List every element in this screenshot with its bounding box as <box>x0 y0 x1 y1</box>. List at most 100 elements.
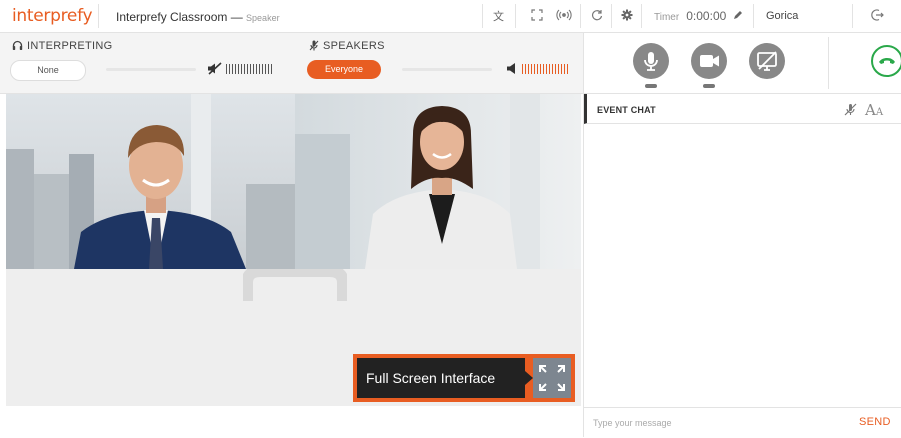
font-size-icon[interactable]: AA <box>865 101 883 119</box>
logout-icon[interactable] <box>870 8 884 25</box>
meter-bar <box>250 64 251 74</box>
meter-bar <box>244 64 245 74</box>
meter-bar <box>241 64 242 74</box>
fullscreen-expand-icon <box>539 365 565 391</box>
meter-bar <box>564 64 565 74</box>
divider <box>515 4 516 28</box>
meter-bar <box>265 64 266 74</box>
event-chat-panel: EVENT CHAT AA Type your message SEND <box>583 94 901 437</box>
broadcast-icon[interactable] <box>556 9 572 24</box>
interpreting-volume-meter <box>226 64 272 74</box>
chat-mute-icon[interactable] <box>844 103 857 121</box>
classroom-name: Interprefy Classroom — <box>116 10 243 24</box>
meter-bar <box>238 64 239 74</box>
camera-off-placeholder-icon <box>241 265 349 303</box>
microphone-small-icon <box>309 40 319 54</box>
hangup-icon <box>879 58 895 64</box>
meter-bar <box>253 64 254 74</box>
screenshare-button[interactable] <box>749 43 785 79</box>
expand-icon[interactable] <box>531 9 543 24</box>
meter-bar <box>522 64 523 74</box>
meter-bar <box>247 64 248 74</box>
speakers-volume-slider[interactable] <box>402 68 492 71</box>
timer-value: 0:00:00 <box>686 9 727 23</box>
speakers-volume-meter <box>522 64 568 74</box>
role-label: Speaker <box>246 13 280 23</box>
meter-bar <box>561 64 562 74</box>
interpreting-section: INTERPRETING <box>12 40 113 54</box>
meter-bar <box>531 64 532 74</box>
full-screen-callout[interactable]: Full Screen Interface <box>353 354 575 402</box>
meter-bar <box>259 64 260 74</box>
meter-bar <box>546 64 547 74</box>
camera-indicator <box>703 84 715 88</box>
meter-bar <box>555 64 556 74</box>
meter-bar <box>534 64 535 74</box>
meter-bar <box>256 64 257 74</box>
interpreting-title: INTERPRETING <box>27 40 113 52</box>
refresh-icon[interactable] <box>591 9 603 24</box>
speakers-title: SPEAKERS <box>323 40 385 52</box>
divider <box>828 37 829 89</box>
meter-bar <box>549 64 550 74</box>
meter-bar <box>229 64 230 74</box>
send-button[interactable]: SEND <box>859 416 891 428</box>
divider <box>580 4 581 28</box>
stage-bottom-bar <box>6 406 581 436</box>
divider <box>753 4 754 28</box>
meter-bar <box>558 64 559 74</box>
svg-text:文: 文 <box>493 9 504 22</box>
divider <box>98 4 99 28</box>
video-tile-participant-female[interactable] <box>295 94 581 269</box>
interpreting-volume-slider[interactable] <box>106 68 196 71</box>
meter-bar <box>543 64 544 74</box>
gear-icon[interactable] <box>621 9 633 24</box>
meter-bar <box>528 64 529 74</box>
speakers-section: SPEAKERS <box>309 40 385 54</box>
camera-icon <box>700 55 719 67</box>
meter-bar <box>552 64 553 74</box>
microphone-indicator <box>645 84 657 88</box>
divider <box>611 4 612 28</box>
full-screen-label: Full Screen Interface <box>357 358 525 398</box>
hangup-button[interactable] <box>871 45 901 77</box>
meter-bar <box>537 64 538 74</box>
interpreting-language-select[interactable]: None <box>10 60 86 81</box>
translate-icon[interactable]: 文 <box>493 9 506 25</box>
media-controls <box>583 33 901 94</box>
meter-bar <box>567 64 568 74</box>
camera-button[interactable] <box>691 43 727 88</box>
divider <box>852 4 853 28</box>
chat-message-input[interactable]: Type your message <box>593 418 672 428</box>
speakers-select[interactable]: Everyone <box>307 60 381 79</box>
chat-input-bar: Type your message SEND <box>584 407 901 438</box>
timer-label: Timer <box>654 12 680 23</box>
meter-bar <box>525 64 526 74</box>
user-name[interactable]: Gorica <box>766 10 798 22</box>
meter-bar <box>268 64 269 74</box>
divider <box>641 4 642 28</box>
video-tile-participant-male[interactable] <box>6 94 295 269</box>
headphones-icon <box>12 40 23 54</box>
classroom-title: Interprefy Classroom — Speaker <box>116 10 280 24</box>
muted-speaker-icon[interactable] <box>207 62 223 80</box>
app-logo: interprefy <box>12 6 93 26</box>
screenshare-off-icon <box>757 51 777 71</box>
audio-control-bar: INTERPRETING None SPEAKERS Everyone <box>0 33 583 94</box>
microphone-icon <box>644 52 658 71</box>
edit-timer-icon[interactable] <box>733 11 743 23</box>
meter-bar <box>262 64 263 74</box>
meter-bar <box>226 64 227 74</box>
chat-title: EVENT CHAT <box>597 105 656 115</box>
divider <box>482 4 483 28</box>
full-screen-button[interactable] <box>533 358 571 398</box>
top-bar: interprefy Interprefy Classroom — Speake… <box>0 0 901 33</box>
speaker-icon[interactable] <box>506 62 518 80</box>
meter-bar <box>540 64 541 74</box>
microphone-button[interactable] <box>633 43 669 88</box>
meter-bar <box>232 64 233 74</box>
timer: Timer 0:00:00 <box>654 9 743 23</box>
chat-header: EVENT CHAT AA <box>584 94 901 124</box>
callout-pointer <box>525 371 533 385</box>
meter-bar <box>271 64 272 74</box>
